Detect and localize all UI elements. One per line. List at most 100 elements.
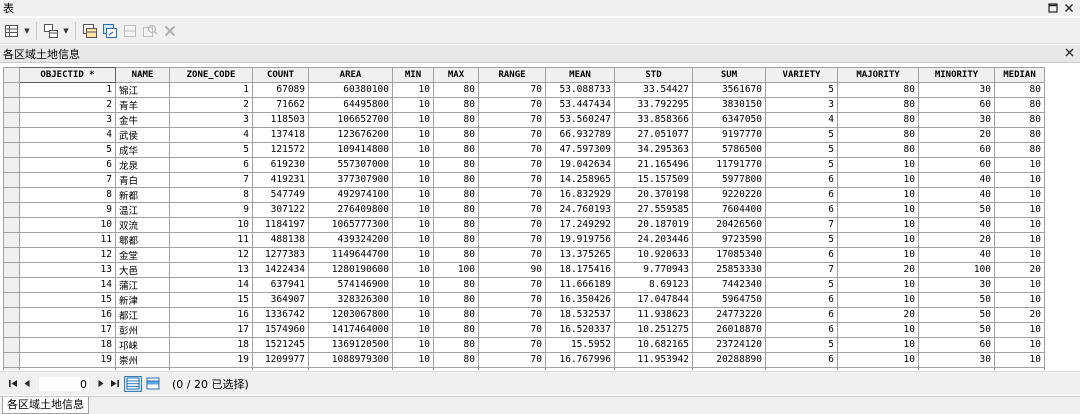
table-cell[interactable]: 10: [994, 276, 1045, 293]
table-cell[interactable]: 10: [994, 201, 1045, 218]
table-cell[interactable]: 121572: [252, 141, 309, 158]
table-cell[interactable]: 10: [392, 216, 434, 233]
table-cell[interactable]: 6: [765, 366, 838, 370]
table-cell[interactable]: 10: [994, 321, 1045, 338]
table-cell[interactable]: 10: [392, 126, 434, 143]
table-cell[interactable]: 彭州: [115, 321, 170, 338]
table-cell[interactable]: 40: [918, 171, 995, 188]
table-cell[interactable]: 276409800: [308, 201, 393, 218]
table-cell[interactable]: 23724120: [692, 336, 766, 353]
row-selector[interactable]: [3, 171, 20, 188]
table-cell[interactable]: 1: [169, 81, 253, 98]
table-cell[interactable]: 328326300: [308, 291, 393, 308]
table-cell[interactable]: 70: [478, 216, 546, 233]
table-cell[interactable]: 66.932789: [545, 126, 615, 143]
table-cell[interactable]: 10: [392, 111, 434, 128]
table-cell[interactable]: 6: [765, 291, 838, 308]
table-row[interactable]: 19 崇州 19 1209977 1088979300 10 80 70 16.767996 11…: [3, 351, 1045, 368]
row-selector[interactable]: [3, 276, 20, 293]
table-cell[interactable]: 6347050: [692, 111, 766, 128]
table-cell[interactable]: 50: [918, 291, 995, 308]
table-cell[interactable]: 1203067800: [308, 306, 393, 323]
table-cell[interactable]: 5: [19, 141, 116, 158]
table-cell[interactable]: 60: [918, 336, 995, 353]
table-cell[interactable]: 10.251275: [614, 321, 693, 338]
table-cell[interactable]: 18.532537: [545, 306, 615, 323]
column-header[interactable]: RANGE: [478, 67, 546, 83]
table-cell[interactable]: 80: [837, 111, 919, 128]
table-row[interactable]: 14 蒲江 14 637941 574146900 10 80 70 11.666189 8.69…: [3, 276, 1045, 293]
table-cell[interactable]: 80: [433, 276, 479, 293]
column-header[interactable]: MEDIAN: [994, 67, 1045, 83]
table-cell[interactable]: 547749: [252, 186, 309, 203]
table-row[interactable]: 15 新津 15 364907 328326300 10 80 70 16.350426 17.0…: [3, 291, 1045, 308]
row-selector[interactable]: [3, 351, 20, 368]
table-cell[interactable]: 80: [433, 291, 479, 308]
table-cell[interactable]: 9: [169, 201, 253, 218]
table-cell[interactable]: 19: [19, 351, 116, 368]
table-cell[interactable]: 1065777300: [308, 216, 393, 233]
table-cell[interactable]: 8: [19, 186, 116, 203]
table-cell[interactable]: 70: [478, 321, 546, 338]
table-cell[interactable]: 80: [433, 321, 479, 338]
table-row[interactable]: 4 武侯 4 137418 123676200 10 80 70 66.932789 27.051…: [3, 126, 1045, 143]
table-cell[interactable]: 16.767996: [545, 351, 615, 368]
table-cell[interactable]: 14.258965: [545, 171, 615, 188]
table-cell[interactable]: 14: [169, 276, 253, 293]
row-selector[interactable]: [3, 216, 20, 233]
table-cell[interactable]: 71662: [252, 96, 309, 113]
table-cell[interactable]: 10: [994, 246, 1045, 263]
table-cell[interactable]: 18.175416: [545, 261, 615, 278]
table-cell[interactable]: 9723590: [692, 231, 766, 248]
table-cell[interactable]: 80: [994, 141, 1045, 158]
table-cell[interactable]: 40: [918, 186, 995, 203]
table-cell[interactable]: 60: [918, 96, 995, 113]
table-cell[interactable]: 60: [918, 156, 995, 173]
table-cell[interactable]: 锦江: [115, 81, 170, 98]
table-cell[interactable]: 12: [169, 246, 253, 263]
table-cell[interactable]: 80: [433, 306, 479, 323]
table-cell[interactable]: 大邑: [115, 261, 170, 278]
table-cell[interactable]: 80: [433, 201, 479, 218]
table-cell[interactable]: 1184197: [252, 216, 309, 233]
table-cell[interactable]: 5786500: [692, 141, 766, 158]
column-header[interactable]: AREA: [308, 67, 393, 83]
table-cell[interactable]: 20: [918, 126, 995, 143]
table-cell[interactable]: 10: [392, 351, 434, 368]
row-selector[interactable]: [3, 231, 20, 248]
table-cell[interactable]: 10: [837, 246, 919, 263]
table-cell[interactable]: 40: [918, 216, 995, 233]
table-cell[interactable]: 17: [169, 321, 253, 338]
table-cell[interactable]: 1149644700: [308, 246, 393, 263]
table-cell[interactable]: 20: [169, 366, 253, 370]
table-row[interactable]: 1 锦江 1 67089 60380100 10 80 70 53.088733 33.54427…: [3, 81, 1045, 98]
column-header[interactable]: MEAN: [545, 67, 615, 83]
table-cell[interactable]: 10: [994, 171, 1045, 188]
table-cell[interactable]: 9.770943: [614, 261, 693, 278]
table-cell[interactable]: 30: [918, 276, 995, 293]
table-cell[interactable]: 419231: [252, 171, 309, 188]
tab-land-info[interactable]: 各区域土地信息: [2, 397, 89, 414]
column-header[interactable]: NAME: [115, 67, 170, 83]
table-cell[interactable]: 20: [837, 261, 919, 278]
row-selector[interactable]: [3, 111, 20, 128]
next-record-icon[interactable]: [94, 377, 108, 391]
switch-selection-icon[interactable]: [101, 22, 119, 40]
table-cell[interactable]: 10: [392, 81, 434, 98]
table-cell[interactable]: 80: [433, 156, 479, 173]
table-cell[interactable]: 80: [837, 126, 919, 143]
table-cell[interactable]: 6: [169, 156, 253, 173]
table-cell[interactable]: 90: [478, 261, 546, 278]
table-cell[interactable]: 3561670: [692, 81, 766, 98]
table-row[interactable]: 13 大邑 13 1422434 1280190600 10 100 90 18.175416 9…: [3, 261, 1045, 278]
table-cell[interactable]: 1369120500: [308, 336, 393, 353]
table-cell[interactable]: 10: [392, 321, 434, 338]
table-cell[interactable]: 80: [433, 216, 479, 233]
table-options-dropdown-icon[interactable]: ▼: [23, 22, 31, 40]
first-record-icon[interactable]: [6, 377, 20, 391]
table-cell[interactable]: 8: [169, 186, 253, 203]
table-row[interactable]: 6 龙泉 6 619230 557307000 10 80 70 19.042634 21.165…: [3, 156, 1045, 173]
table-cell[interactable]: 50: [918, 201, 995, 218]
table-row[interactable]: 12 金堂 12 1277383 1149644700 10 80 70 13.375265 10…: [3, 246, 1045, 263]
table-cell[interactable]: 10: [994, 156, 1045, 173]
